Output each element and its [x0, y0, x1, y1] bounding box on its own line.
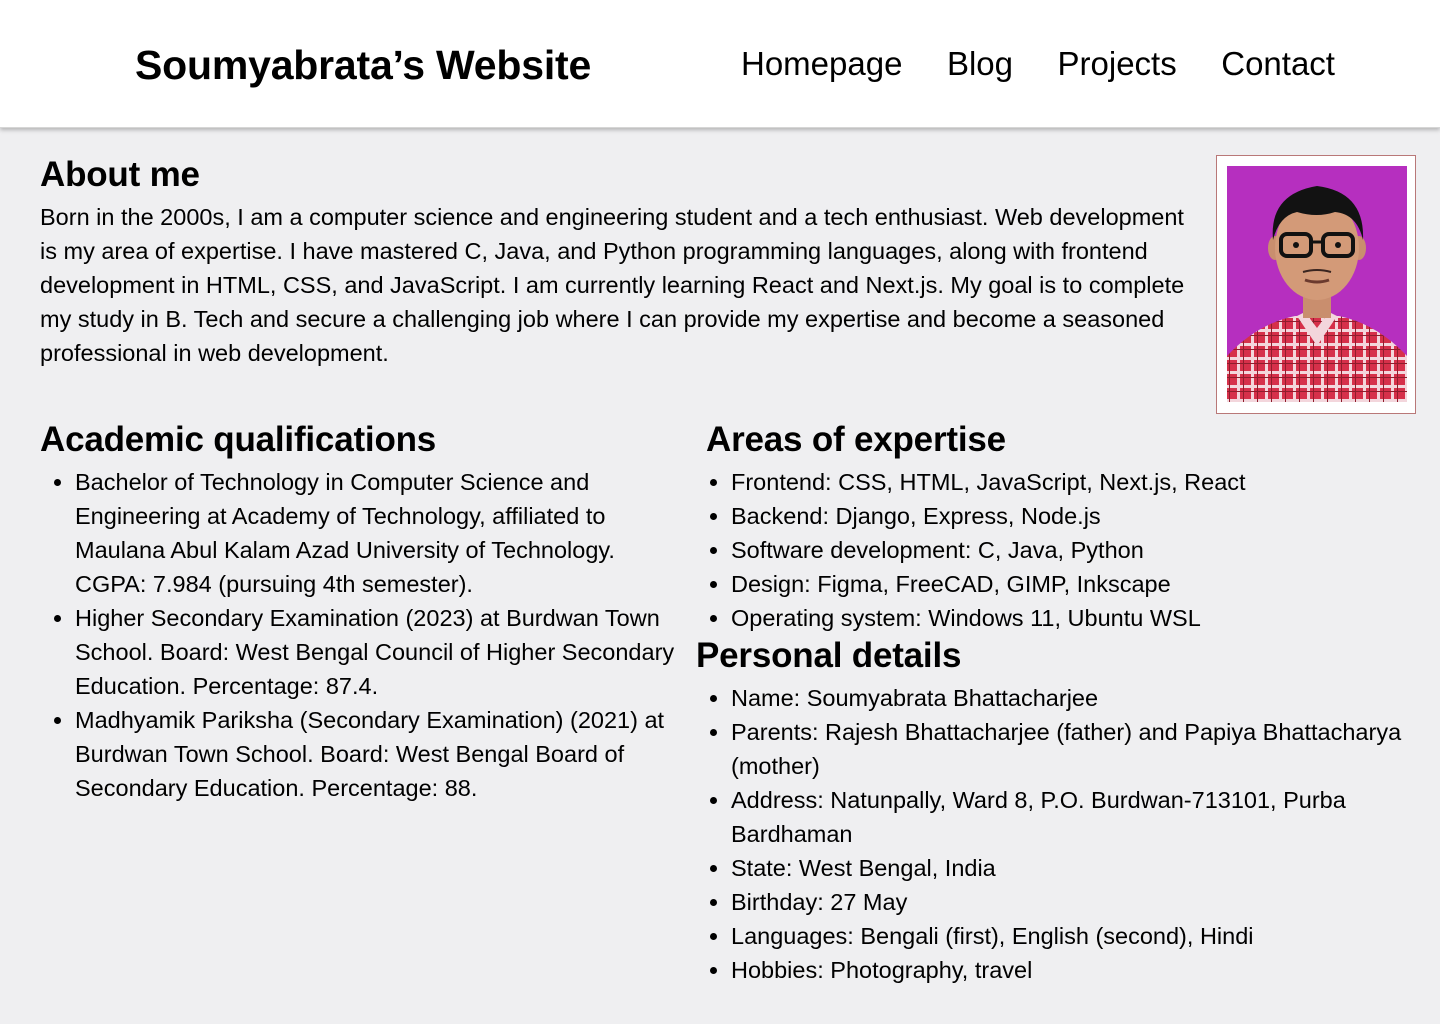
list-item: Operating system: Windows 11, Ubuntu WSL — [696, 601, 1416, 635]
list-item: Madhyamik Pariksha (Secondary Examinatio… — [40, 703, 685, 805]
list-item: Parents: Rajesh Bhattacharjee (father) a… — [696, 715, 1416, 783]
list-item: Higher Secondary Examination (2023) at B… — [40, 601, 685, 703]
about-heading: About me — [40, 155, 200, 194]
about-text: Born in the 2000s, I am a computer scien… — [40, 204, 1185, 366]
expertise-heading: Areas of expertise — [706, 420, 1006, 459]
list-item: State: West Bengal, India — [696, 851, 1416, 885]
academic-heading: Academic qualifications — [40, 420, 437, 459]
academic-list: Bachelor of Technology in Computer Scien… — [40, 465, 685, 805]
nav-link-contact[interactable]: Contact — [1221, 42, 1335, 86]
list-item: Backend: Django, Express, Node.js — [696, 499, 1416, 533]
nav-link-blog[interactable]: Blog — [947, 42, 1013, 86]
list-item: Hobbies: Photography, travel — [696, 953, 1416, 987]
profile-photo — [1216, 155, 1416, 414]
site-title[interactable]: Soumyabrata’s Website — [135, 38, 591, 92]
list-item: Frontend: CSS, HTML, JavaScript, Next.js… — [696, 465, 1416, 499]
nav-link-homepage[interactable]: Homepage — [741, 42, 902, 86]
personal-list: Name: Soumyabrata Bhattacharjee Parents:… — [696, 681, 1416, 987]
expertise-list: Frontend: CSS, HTML, JavaScript, Next.js… — [696, 465, 1416, 635]
list-item: Languages: Bengali (first), English (sec… — [696, 919, 1416, 953]
academic-section: Academic qualifications Bachelor of Tech… — [40, 419, 685, 805]
list-item: Software development: C, Java, Python — [696, 533, 1416, 567]
site-header: Soumyabrata’s Website Homepage Blog Proj… — [0, 0, 1440, 128]
list-item: Birthday: 27 May — [696, 885, 1416, 919]
list-item: Name: Soumyabrata Bhattacharjee — [696, 681, 1416, 715]
nav-link-projects[interactable]: Projects — [1058, 42, 1177, 86]
list-item: Bachelor of Technology in Computer Scien… — [40, 465, 685, 601]
list-item: Design: Figma, FreeCAD, GIMP, Inkscape — [696, 567, 1416, 601]
main-nav: Homepage Blog Projects Contact — [741, 42, 1335, 86]
personal-heading: Personal details — [696, 636, 962, 675]
right-column: Areas of expertise Frontend: CSS, HTML, … — [696, 419, 1416, 987]
list-item: Address: Natunpally, Ward 8, P.O. Burdwa… — [696, 783, 1416, 851]
